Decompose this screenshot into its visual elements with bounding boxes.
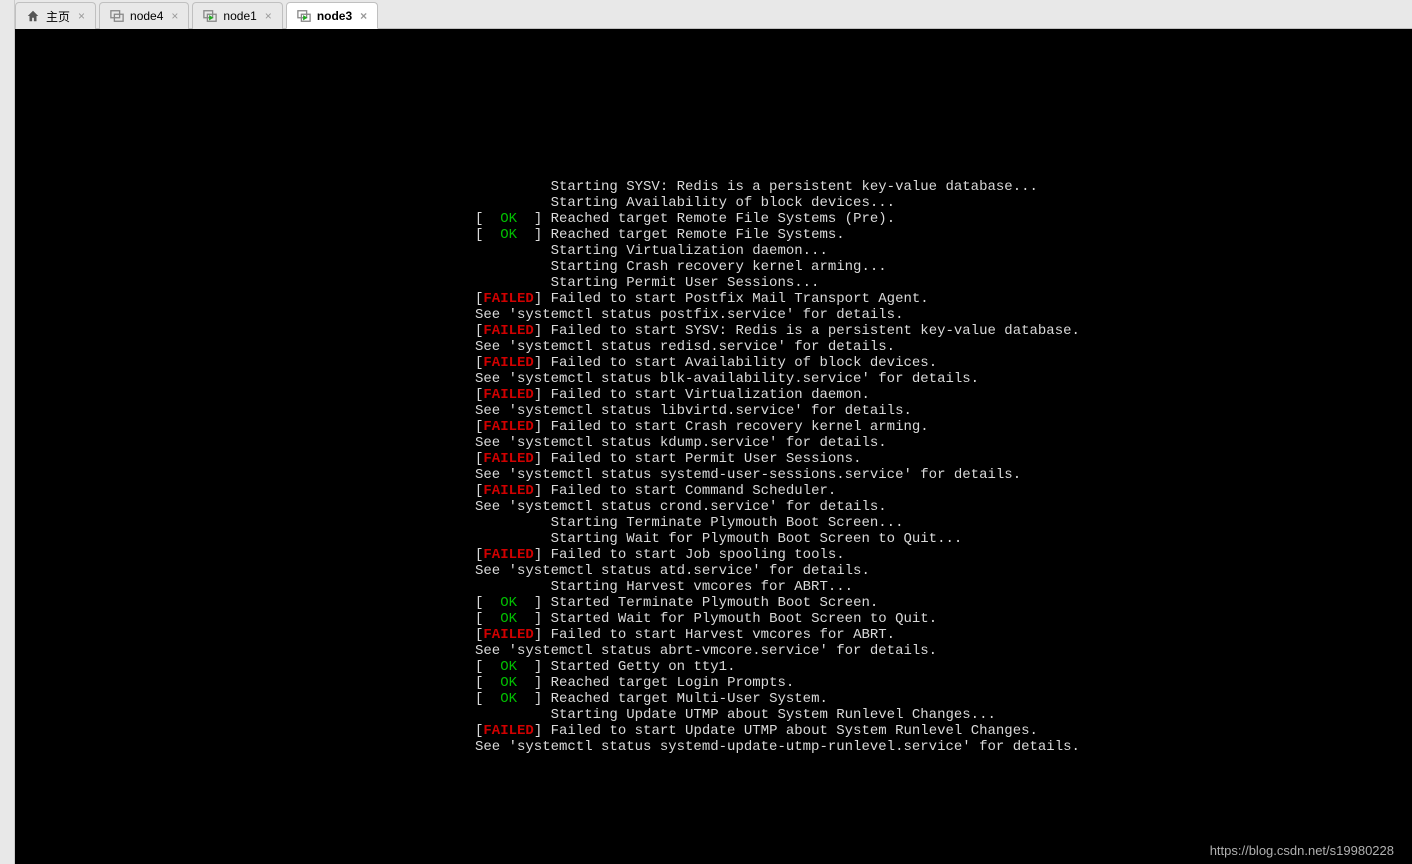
terminal-line: [FAILED] Failed to start Permit User Ses… <box>15 451 1412 467</box>
terminal-line: [FAILED] Failed to start Crash recovery … <box>15 419 1412 435</box>
terminal-line: Starting Terminate Plymouth Boot Screen.… <box>15 515 1412 531</box>
terminal-line: [FAILED] Failed to start Availability of… <box>15 355 1412 371</box>
terminal-line: [FAILED] Failed to start Job spooling to… <box>15 547 1412 563</box>
vm-running-icon <box>203 9 217 23</box>
terminal-line: Starting Harvest vmcores for ABRT... <box>15 579 1412 595</box>
terminal-line: See 'systemctl status atd.service' for d… <box>15 563 1412 579</box>
terminal-line: [FAILED] Failed to start SYSV: Redis is … <box>15 323 1412 339</box>
watermark: https://blog.csdn.net/s19980228 <box>1210 843 1394 858</box>
sidebar-gutter <box>0 0 15 864</box>
terminal-line: Starting SYSV: Redis is a persistent key… <box>15 179 1412 195</box>
vm-icon <box>110 9 124 23</box>
terminal-line: [FAILED] Failed to start Command Schedul… <box>15 483 1412 499</box>
home-icon <box>26 9 40 23</box>
terminal-line: See 'systemctl status abrt-vmcore.servic… <box>15 643 1412 659</box>
terminal-line: [ OK ] Reached target Login Prompts. <box>15 675 1412 691</box>
terminal-line: [FAILED] Failed to start Update UTMP abo… <box>15 723 1412 739</box>
terminal-line: See 'systemctl status kdump.service' for… <box>15 435 1412 451</box>
tab-node1[interactable]: node1 × <box>192 2 282 29</box>
tab-label: node3 <box>317 9 352 23</box>
tab-home[interactable]: 主页 × <box>15 2 96 29</box>
terminal-line: [FAILED] Failed to start Postfix Mail Tr… <box>15 291 1412 307</box>
terminal-line: See 'systemctl status crond.service' for… <box>15 499 1412 515</box>
vm-running-icon <box>297 9 311 23</box>
terminal-line: See 'systemctl status redisd.service' fo… <box>15 339 1412 355</box>
terminal-line: [ OK ] Reached target Remote File System… <box>15 227 1412 243</box>
close-icon[interactable]: × <box>358 9 369 23</box>
close-icon[interactable]: × <box>169 9 180 23</box>
terminal-line: [ OK ] Reached target Multi-User System. <box>15 691 1412 707</box>
close-icon[interactable]: × <box>263 9 274 23</box>
tab-label: node4 <box>130 9 163 23</box>
tab-label: node1 <box>223 9 256 23</box>
terminal-line: Starting Permit User Sessions... <box>15 275 1412 291</box>
terminal-line: Starting Update UTMP about System Runlev… <box>15 707 1412 723</box>
close-icon[interactable]: × <box>76 9 87 23</box>
terminal-line: Starting Wait for Plymouth Boot Screen t… <box>15 531 1412 547</box>
terminal-line: Starting Virtualization daemon... <box>15 243 1412 259</box>
tab-label: 主页 <box>46 8 70 25</box>
terminal-line: See 'systemctl status systemd-update-utm… <box>15 739 1412 755</box>
terminal-line: [ OK ] Started Terminate Plymouth Boot S… <box>15 595 1412 611</box>
tabbar: 主页 × node4 × node1 × no <box>15 0 1412 29</box>
tab-node4[interactable]: node4 × <box>99 2 189 29</box>
terminal-line: [ OK ] Started Getty on tty1. <box>15 659 1412 675</box>
terminal-console[interactable]: Starting SYSV: Redis is a persistent key… <box>15 29 1412 864</box>
terminal-line: See 'systemctl status libvirtd.service' … <box>15 403 1412 419</box>
terminal-line: See 'systemctl status blk-availability.s… <box>15 371 1412 387</box>
terminal-line: [FAILED] Failed to start Virtualization … <box>15 387 1412 403</box>
terminal-line: See 'systemctl status systemd-user-sessi… <box>15 467 1412 483</box>
terminal-line: [ OK ] Reached target Remote File System… <box>15 211 1412 227</box>
tab-node3[interactable]: node3 × <box>286 2 378 29</box>
terminal-line: Starting Crash recovery kernel arming... <box>15 259 1412 275</box>
terminal-line: [FAILED] Failed to start Harvest vmcores… <box>15 627 1412 643</box>
terminal-line: Starting Availability of block devices..… <box>15 195 1412 211</box>
terminal-line: [ OK ] Started Wait for Plymouth Boot Sc… <box>15 611 1412 627</box>
terminal-line: See 'systemctl status postfix.service' f… <box>15 307 1412 323</box>
